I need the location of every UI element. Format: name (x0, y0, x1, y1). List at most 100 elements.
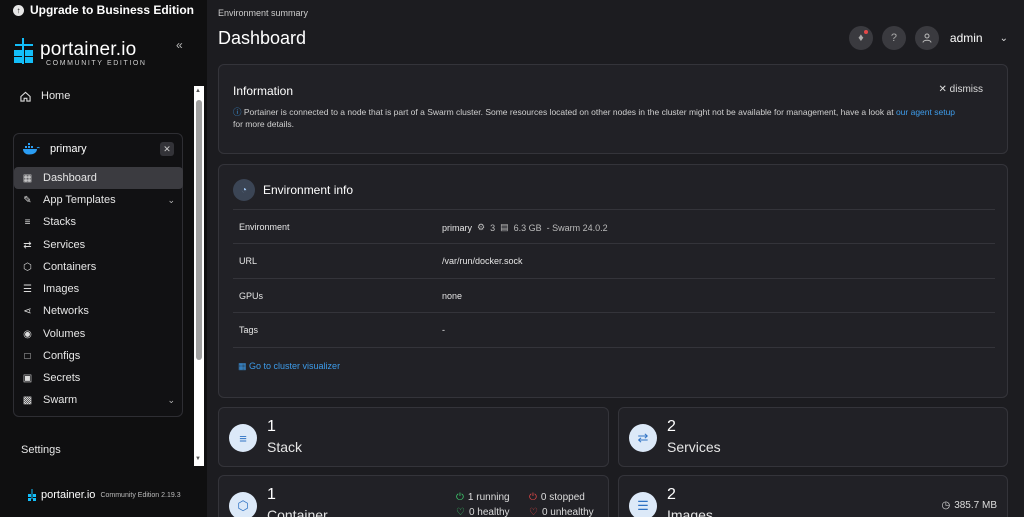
footer-logo-text: portainer.io (41, 489, 96, 501)
images-count: 2 (667, 486, 676, 503)
sidebar-item-label: Containers (43, 261, 97, 273)
table-row: Tags - (233, 312, 995, 346)
home-icon (20, 91, 31, 102)
table-row: GPUs none (233, 278, 995, 312)
sidebar-item-configs[interactable]: □ Configs (14, 345, 183, 367)
sidebar-item-label: Volumes (43, 328, 86, 340)
info-icon: ⓘ (233, 107, 242, 117)
stack-count: 1 (267, 418, 276, 435)
row-label: Tags (239, 325, 259, 335)
row-label: Environment (239, 222, 290, 232)
user-icon (922, 33, 932, 43)
shuffle-icon: ⇄ (629, 424, 657, 452)
avatar[interactable] (914, 26, 939, 50)
user-name[interactable]: admin (950, 31, 983, 45)
information-panel: Information ✕ dismiss ⓘ Portainer is con… (218, 64, 1008, 154)
footer-version: Community Edition 2.19.3 (100, 491, 181, 499)
healthy-count: ♡ 0 healthy (456, 507, 510, 517)
sidebar-item-label: Swarm (43, 394, 78, 406)
environment-info-title: Environment info (263, 183, 354, 197)
environment-name: primary (50, 143, 87, 155)
sidebar-item-volumes[interactable]: ◉ Volumes (14, 323, 183, 345)
dismiss-button[interactable]: ✕ dismiss (938, 84, 983, 95)
dashboard-icon: ▦ (22, 172, 33, 184)
portainer-footer-icon (28, 489, 36, 501)
help-icon: ? (890, 32, 897, 44)
stacks-icon: ≡ (229, 424, 257, 452)
arrow-up-icon: ↑ (12, 4, 24, 16)
clock-icon: ◷ (941, 500, 951, 511)
stack-label: Stack (267, 439, 303, 455)
chevron-down-icon[interactable]: ⌄ (167, 395, 175, 406)
sidebar-item-containers[interactable]: ⬡ Containers (14, 256, 183, 278)
sidebar-item-label: Stacks (43, 216, 77, 228)
help-button[interactable]: ? (881, 26, 906, 50)
sidebar-item-secrets[interactable]: ▣ Secrets (14, 367, 183, 389)
agent-setup-link[interactable]: our agent setup (896, 107, 955, 117)
row-value: /var/run/docker.sock (442, 256, 523, 266)
table-row: URL /var/run/docker.sock (233, 243, 995, 277)
breadcrumb: Environment summary (218, 8, 309, 18)
images-size: ◷ 385.7 MB (941, 500, 997, 511)
collapse-sidebar-icon[interactable]: « (176, 38, 183, 52)
heart-icon: ♡ (456, 507, 465, 517)
grid-icon: ▩ (22, 394, 33, 406)
services-card[interactable]: ⇄ 2 Services (618, 407, 1008, 467)
sidebar-item-services[interactable]: ⇄ Services (14, 234, 183, 256)
sidebar-item-swarm[interactable]: ▩ Swarm ⌄ (14, 389, 183, 411)
visualizer-icon: ▦ (238, 361, 247, 371)
sidebar-item-label: Home (41, 90, 71, 102)
divider (233, 347, 995, 348)
stack-card[interactable]: ≡ 1 Stack (218, 407, 609, 467)
environment-info-panel: ◔ Environment info Environment primary ⚙… (218, 164, 1008, 398)
sidebar-item-stacks[interactable]: ≡ Stacks (14, 211, 183, 233)
sidebar-item-networks[interactable]: ⋖ Networks (14, 300, 183, 322)
cluster-visualizer-link[interactable]: ▦ Go to cluster visualizer (238, 361, 340, 372)
container-card[interactable]: ⬡ 1 Container ⏻ 1 running ⏻ 0 stopped ♡ … (218, 475, 609, 517)
sidebar-item-label: Configs (43, 350, 81, 362)
running-count: ⏻ 1 running (456, 492, 510, 503)
power-icon: ⏻ (529, 492, 537, 503)
chevron-down-icon[interactable]: ⌄ (167, 195, 175, 206)
edit-icon: ✎ (23, 194, 32, 206)
page-title: Dashboard (218, 28, 307, 48)
row-value: none (442, 291, 463, 301)
box-icon: ⬡ (229, 492, 257, 517)
environment-section: primary ✕ ▦ Dashboard ✎ App Templates ⌄ … (13, 133, 183, 417)
logo-text: portainer.io (40, 38, 137, 60)
close-icon[interactable]: ✕ (160, 142, 174, 156)
row-label: URL (239, 256, 258, 266)
scroll-up-icon[interactable]: ▲ (195, 88, 201, 94)
sidebar-item-label: App Templates (43, 194, 116, 206)
memory-icon: ▤ (500, 222, 509, 232)
row-value: - (442, 325, 445, 335)
file-icon: □ (24, 350, 31, 362)
information-title: Information (233, 84, 294, 98)
sidebar-item-label: Networks (43, 305, 89, 317)
portainer-logo[interactable]: portainer.io COMMUNITY EDITION (12, 36, 147, 70)
scroll-down-icon[interactable]: ▼ (195, 456, 201, 462)
images-card[interactable]: ☰ 2 Images ◷ 385.7 MB (618, 475, 1008, 517)
images-label: Images (667, 507, 713, 517)
stacks-icon: ≡ (24, 216, 31, 228)
information-text: ⓘ Portainer is connected to a node that … (233, 107, 956, 129)
notifications-button[interactable]: ♦ (848, 26, 873, 50)
shuffle-icon: ⇄ (23, 239, 32, 251)
sidebar-item-home[interactable]: Home (20, 90, 70, 102)
sidebar: ↑ Upgrade to Business Edition portainer.… (0, 0, 207, 517)
sidebar-item-settings[interactable]: Settings (21, 444, 61, 456)
sidebar-scroll-thumb[interactable] (196, 100, 202, 360)
chevron-down-icon[interactable]: ⌄ (1000, 33, 1008, 44)
gauge-icon: ◔ (233, 179, 255, 201)
sidebar-item-label: Dashboard (43, 172, 97, 184)
logo-subtext: COMMUNITY EDITION (46, 59, 147, 67)
upgrade-banner[interactable]: ↑ Upgrade to Business Edition (0, 0, 207, 20)
sidebar-item-images[interactable]: ☰ Images (14, 278, 183, 300)
list-icon: ☰ (629, 492, 657, 517)
docker-icon (23, 143, 40, 155)
table-row: Environment primary ⚙ 3 ▤ 6.3 GB - Swarm… (233, 209, 995, 243)
share-icon: ⋖ (23, 305, 32, 317)
sidebar-item-dashboard[interactable]: ▦ Dashboard (14, 167, 183, 189)
close-icon: ✕ (938, 84, 947, 95)
sidebar-item-app-templates[interactable]: ✎ App Templates ⌄ (14, 189, 183, 211)
